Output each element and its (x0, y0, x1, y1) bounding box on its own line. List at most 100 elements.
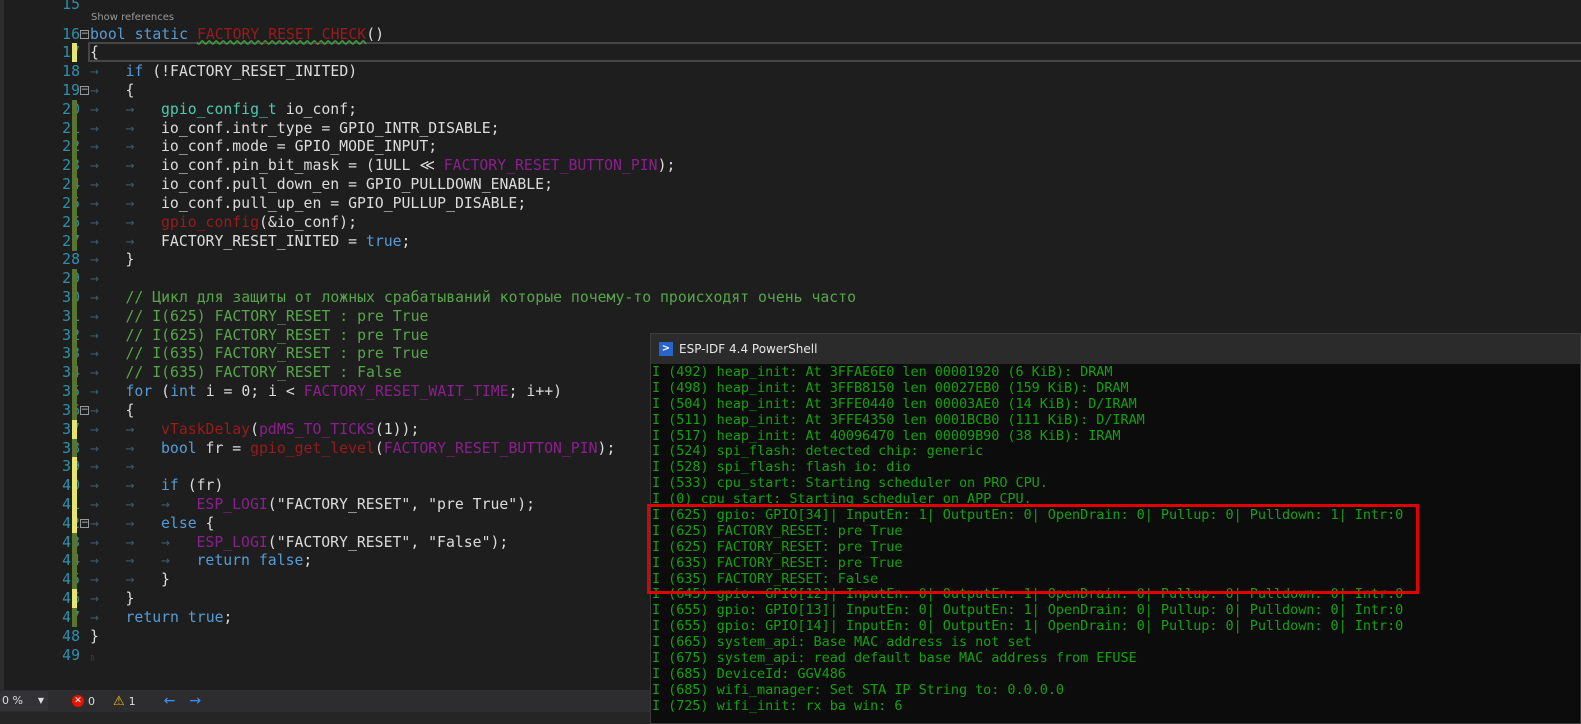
highlight-box (647, 504, 1419, 594)
code-line[interactable]: → → bool fr = gpio_get_level(FACTORY_RESET… (90, 439, 615, 458)
code-line[interactable]: → → → ESP_LOGI("FACTORY_RESET", "False"); (90, 533, 508, 552)
terminal-title-bar[interactable]: > ESP-IDF 4.4 PowerShell (651, 334, 1580, 364)
code-token: gpio_config (161, 213, 259, 231)
tab-marker-icon: → (125, 420, 135, 438)
tab-marker-icon: → (90, 119, 99, 137)
code-line[interactable]: → → if (fr) (90, 476, 223, 495)
code-line[interactable]: → → else { (90, 514, 214, 533)
code-line[interactable]: → → io_conf.pull_down_en = GPIO_PULLDOWN_E… (90, 175, 553, 194)
code-line[interactable]: → → (90, 457, 161, 476)
code-line[interactable]: → → gpio_config(&io_conf); (90, 213, 357, 232)
line-number: 15 (62, 0, 80, 13)
change-marker-saved (72, 382, 77, 402)
code-line[interactable]: → (90, 269, 126, 288)
code-line[interactable]: →{ (90, 81, 134, 100)
terminal-line: I (517) heap_init: At 40096470 len 00009… (652, 427, 1121, 444)
code-token: (1)); (374, 420, 420, 438)
code-token: (fr) (178, 477, 224, 495)
code-token: ("FACTORY_RESET", "pre True"); (267, 496, 536, 513)
zoom-dropdown[interactable]: 0 % ▼ (0, 691, 48, 711)
tab-marker-icon: → (90, 364, 99, 382)
code-line[interactable]: → → FACTORY_RESET_INITED = true; (90, 232, 410, 251)
errors-indicator[interactable]: ✕ 0 (72, 695, 95, 708)
code-token: ; (223, 608, 233, 626)
code-line[interactable]: → for (int i = 0; i < FACTORY_RESET_WAIT_… (90, 382, 562, 401)
navigate-forward-icon[interactable]: → (189, 693, 201, 709)
code-line[interactable]: ▯ (90, 646, 126, 665)
code-line[interactable]: → → io_conf.pull_up_en = GPIO_PULLUP_DISAB… (90, 194, 526, 213)
code-token: } (161, 571, 170, 589)
change-marker-unsaved (72, 589, 77, 609)
change-marker-saved (72, 570, 77, 590)
collapse-icon[interactable]: − (80, 85, 89, 95)
code-token: // I(625) FACTORY_RESET : pre True (125, 307, 429, 325)
code-line[interactable]: → → io_conf.mode = GPIO_MODE_INPUT; (90, 137, 437, 156)
code-line[interactable]: →} (90, 589, 134, 608)
code-token: io_conf.intr_type = GPIO_INTR_DISABLE; (161, 119, 500, 137)
code-line[interactable]: bool static FACTORY_RESET_CHECK() (90, 25, 384, 44)
code-line[interactable]: } (90, 627, 99, 646)
line-number: 33 (4, 344, 80, 363)
code-token: io_conf; (276, 100, 357, 118)
code-line[interactable]: { (90, 43, 99, 62)
code-token: return (196, 552, 250, 570)
code-line[interactable]: → → gpio_config_t io_conf; (90, 100, 357, 119)
code-line[interactable]: → // I(625) FACTORY_RESET : pre True (90, 326, 428, 345)
collapse-icon[interactable]: − (80, 29, 89, 39)
line-number: 45 (4, 570, 80, 589)
show-references-link[interactable]: Show references (91, 12, 174, 23)
code-token: FACTORY_RESET_CHECK (196, 25, 367, 43)
collapse-icon[interactable]: − (80, 405, 89, 415)
line-number: 17 (4, 43, 80, 62)
code-line[interactable]: → → → ESP_LOGI("FACTORY_RESET", "pre True")… (90, 495, 535, 514)
navigate-back-icon[interactable]: ← (164, 693, 176, 709)
code-token: int (170, 383, 197, 401)
code-token: ("FACTORY_RESET", "False"); (267, 533, 509, 551)
line-number: 46 (4, 589, 80, 608)
change-marker-saved (72, 231, 77, 251)
tab-marker-icon: → (125, 439, 135, 457)
code-token: ; i++) (508, 383, 563, 401)
tab-marker-icon: → (125, 232, 135, 250)
code-token: if (161, 477, 179, 495)
code-line[interactable]: → // I(625) FACTORY_RESET : pre True (90, 307, 428, 326)
code-line[interactable]: → return true; (90, 608, 232, 627)
code-line[interactable]: →} (90, 250, 134, 269)
change-marker-saved (72, 363, 77, 383)
code-token: ( (374, 439, 384, 457)
code-token: io_conf.mode = GPIO_MODE_INPUT; (161, 138, 438, 156)
tab-marker-icon: → (90, 608, 99, 626)
code-token: // I(625) FACTORY_RESET : pre True (125, 326, 429, 344)
line-number: 20 (4, 100, 80, 119)
code-line[interactable]: → →} (90, 570, 170, 589)
change-marker-saved (72, 287, 77, 307)
tab-marker-icon: → (161, 552, 170, 570)
code-line[interactable]: → // I(635) FACTORY_RESET : False (90, 363, 402, 382)
warnings-indicator[interactable]: ⚠ 1 (113, 694, 136, 709)
tab-marker-icon: → (90, 194, 99, 212)
tab-marker-icon: → (125, 533, 135, 551)
code-line[interactable]: → // I(635) FACTORY_RESET : pre True (90, 344, 428, 363)
code-line[interactable]: → if (!FACTORY_RESET_INITED) (90, 62, 357, 81)
collapse-icon[interactable]: − (80, 518, 89, 528)
change-marker-saved (72, 607, 77, 627)
code-line[interactable]: → → → return false; (90, 551, 312, 570)
code-line[interactable]: → // Цикл для защиты от ложных срабатыван… (90, 288, 856, 307)
code-line[interactable]: → → io_conf.pin_bit_mask = (1ULL ≪ FACTORY… (90, 156, 675, 175)
code-token: bool (161, 439, 197, 457)
code-token: else (161, 514, 197, 532)
code-line[interactable]: → → vTaskDelay(pdMS_TO_TICKS(1)); (90, 420, 419, 439)
code-line[interactable]: →{ (90, 401, 134, 420)
code-token: FACTORY_RESET_WAIT_TIME (303, 383, 509, 401)
code-token: for (125, 383, 153, 401)
line-number: 25 (4, 194, 80, 213)
code-line[interactable]: → → io_conf.intr_type = GPIO_INTR_DISABLE; (90, 119, 500, 138)
code-token: io_conf.pin_bit_mask = (1ULL ≪ (161, 157, 444, 175)
code-token: io_conf.pull_up_en = GPIO_PULLUP_DISABLE… (161, 194, 527, 212)
code-token: false (258, 552, 304, 570)
change-marker-saved (72, 438, 77, 458)
tab-marker-icon: → (90, 138, 99, 156)
line-number: 24 (4, 175, 80, 194)
change-marker-saved (72, 325, 77, 345)
